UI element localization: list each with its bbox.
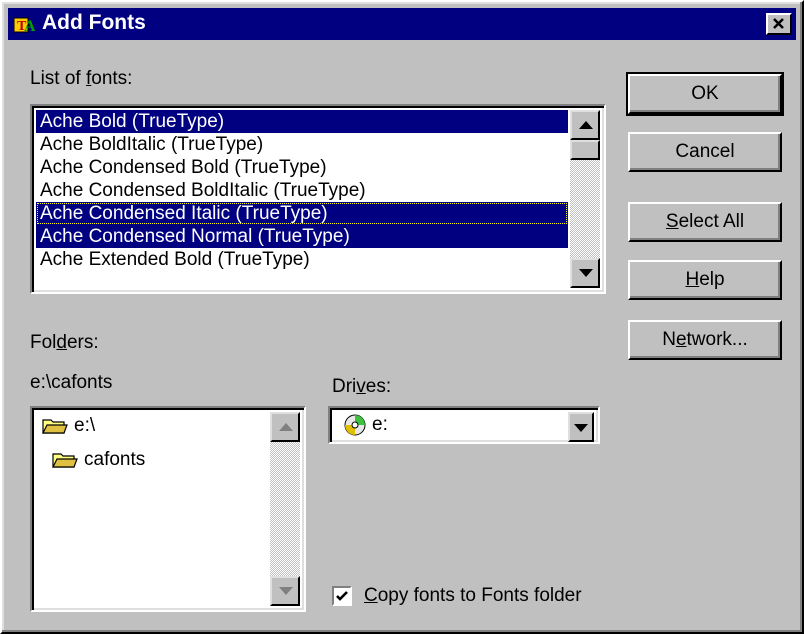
folders-scrollbar[interactable]: [270, 412, 300, 606]
checkmark-icon: [336, 591, 348, 601]
arrow-down-icon: [579, 269, 593, 277]
font-list-item[interactable]: Ache Extended Bold (TrueType): [36, 248, 568, 271]
title-bar[interactable]: T A Add Fonts: [8, 8, 796, 40]
cancel-button[interactable]: Cancel: [628, 132, 782, 172]
scroll-thumb[interactable]: [570, 140, 600, 160]
arrow-up-icon: [579, 121, 593, 129]
fonts-list-items: Ache Bold (TrueType) Ache BoldItalic (Tru…: [36, 110, 568, 271]
cd-drive-icon: [344, 414, 366, 436]
close-icon: [773, 18, 784, 29]
font-list-item[interactable]: Ache Condensed Bold (TrueType): [36, 156, 568, 179]
folders-label: Folders:: [30, 332, 99, 353]
tree-item-root-label: e:\: [74, 415, 96, 436]
close-button[interactable]: [766, 13, 792, 35]
scroll-up-button[interactable]: [570, 110, 600, 140]
open-folder-icon: [52, 453, 78, 468]
font-list-item[interactable]: Ache Condensed BoldItalic (TrueType): [36, 179, 568, 202]
font-list-item[interactable]: Ache Condensed Normal (TrueType): [36, 225, 568, 248]
font-list-item[interactable]: Ache BoldItalic (TrueType): [36, 133, 568, 156]
folders-scroll-down-button[interactable]: [270, 576, 300, 606]
arrow-down-icon: [279, 587, 293, 595]
svg-text:A: A: [24, 18, 36, 34]
drives-label: Drives:: [332, 376, 392, 397]
window-title: Add Fonts: [42, 11, 146, 34]
fonts-list-scrollbar[interactable]: [570, 110, 600, 288]
copy-fonts-label[interactable]: Copy fonts to Fonts folder: [364, 585, 582, 607]
folders-tree[interactable]: e:\ cafonts: [30, 406, 306, 612]
scroll-down-button[interactable]: [570, 258, 600, 288]
ok-button[interactable]: OK: [626, 72, 784, 116]
fonts-folder-icon: T A: [14, 17, 36, 34]
drives-dropdown[interactable]: e:: [328, 406, 600, 444]
tree-item-cafonts[interactable]: cafonts: [52, 448, 145, 472]
open-folder-icon: [42, 419, 68, 434]
tree-item-root[interactable]: e:\: [42, 414, 95, 438]
fonts-list-label: List of fonts:: [30, 68, 133, 89]
help-button[interactable]: Help: [628, 260, 782, 300]
font-list-item[interactable]: Ache Bold (TrueType): [36, 110, 568, 133]
add-fonts-dialog: T A Add Fonts List of fonts: Ache Bold (…: [0, 0, 804, 634]
drives-selected-value: e:: [372, 414, 388, 435]
arrow-up-icon: [279, 423, 293, 431]
font-list-item[interactable]: Ache Condensed Italic (TrueType): [36, 202, 568, 225]
select-all-button[interactable]: Select All: [628, 202, 782, 242]
chevron-down-icon: [574, 424, 588, 432]
fonts-listbox[interactable]: Ache Bold (TrueType) Ache BoldItalic (Tru…: [30, 104, 606, 294]
drives-dropdown-button[interactable]: [568, 412, 594, 442]
copy-fonts-checkbox[interactable]: [332, 586, 352, 606]
current-folder-path: e:\cafonts: [30, 372, 113, 393]
network-button[interactable]: Network...: [628, 320, 782, 360]
folders-scroll-up-button[interactable]: [270, 412, 300, 442]
tree-item-cafonts-label: cafonts: [84, 449, 146, 470]
